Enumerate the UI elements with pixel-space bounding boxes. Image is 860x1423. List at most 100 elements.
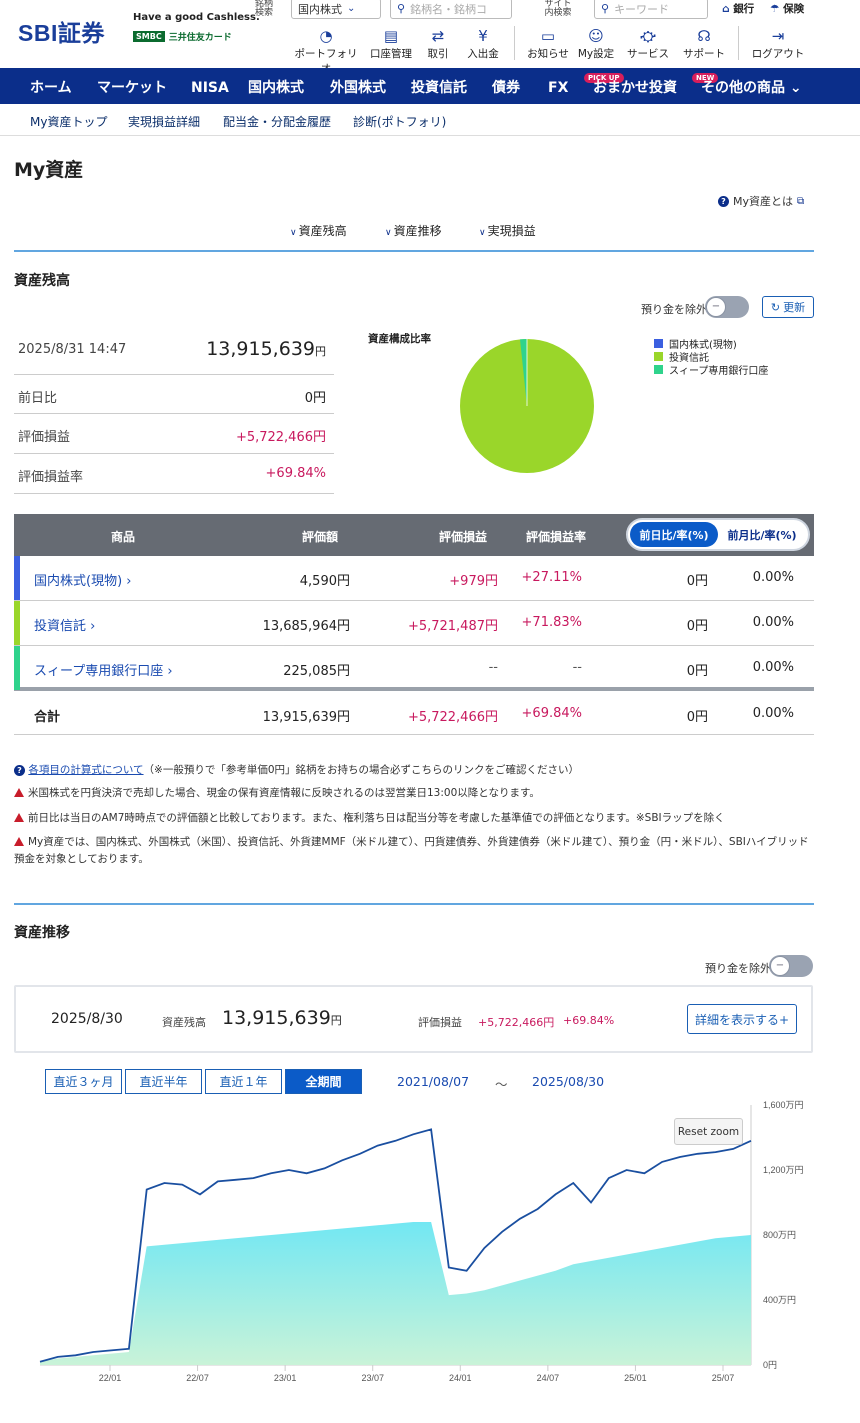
note-calc: ? 各項目の計算式について（※一般預りで「参考単価0円」銘柄をお持ちの場合必ずこ…: [14, 762, 814, 779]
anchor-balance[interactable]: ∨ 資産残高: [290, 222, 347, 239]
range-6m-button[interactable]: 直近半年: [125, 1069, 202, 1094]
x-tick-label: 22/01: [99, 1373, 122, 1383]
history-section-title: 資産推移: [14, 925, 70, 941]
subnav-dividends[interactable]: 配当金・分配金履歴: [223, 113, 331, 130]
anchor-realized[interactable]: ∨ 実現損益: [479, 222, 536, 239]
stock-search-input[interactable]: ⚲ 銘柄名・銘柄コ: [390, 0, 512, 19]
table-row: 投資信託 › 13,685,964円 +5,721,487円 +71.83% 0…: [14, 601, 814, 646]
range-all-button[interactable]: 全期間: [285, 1069, 362, 1094]
range-tilde: 〜: [495, 1077, 508, 1092]
row-pl: +5,722,466円: [407, 710, 498, 725]
search-icon: ⚲: [601, 2, 610, 15]
row-value: 13,685,964円: [262, 619, 350, 634]
subnav-diagnosis[interactable]: 診断(ポトフォリ): [353, 113, 446, 130]
exclude-deposit-toggle[interactable]: −: [769, 955, 813, 977]
subnav-realized-pl[interactable]: 実現損益詳細: [128, 113, 200, 130]
row-rate: --: [572, 660, 582, 675]
chevron-down-icon: ∨: [290, 228, 297, 238]
calc-formula-link[interactable]: 各項目の計算式について: [28, 764, 143, 776]
chevron-down-icon: ⌄: [789, 80, 802, 96]
nav-other-products[interactable]: その他の商品 ⌄: [701, 70, 802, 106]
history-balance-label: 資産残高: [162, 1016, 206, 1029]
refresh-icon: ↻: [770, 300, 781, 314]
market-select[interactable]: 国内株式 ⌄: [291, 0, 381, 19]
range-to-date[interactable]: 2025/08/30: [532, 1074, 604, 1089]
show-detail-button[interactable]: 詳細を表示する+: [687, 1004, 797, 1034]
row-value: 225,085円: [283, 664, 350, 679]
header-rate: 評価損益率: [526, 530, 587, 544]
y-tick-label: 0円: [763, 1360, 777, 1370]
nav-fx[interactable]: FX: [548, 70, 568, 106]
subnav-my-asset-top[interactable]: My資産トップ: [30, 113, 107, 130]
range-from-date[interactable]: 2021/08/07: [397, 1074, 469, 1089]
range-1y-button[interactable]: 直近１年: [205, 1069, 282, 1094]
external-link-icon: ⧉: [797, 195, 805, 207]
pie-legend: 国内株式(現物) 投資信託 スィープ専用銀行口座: [654, 339, 768, 378]
row-diff: 0円: [686, 664, 708, 679]
nav-market[interactable]: マーケット: [97, 70, 167, 106]
support-button[interactable]: ☊ サポート: [680, 28, 728, 61]
exclude-deposit-toggle[interactable]: −: [705, 296, 749, 318]
notice-button[interactable]: ▭ お知らせ: [524, 28, 572, 61]
series-group: [39, 1128, 752, 1365]
tab-month-compare[interactable]: 前月比/率(%): [718, 522, 806, 547]
support-icon: ☊: [697, 27, 711, 45]
nav-fund[interactable]: 投資信託: [411, 70, 467, 106]
row-diff-rate: 0.00%: [752, 706, 794, 721]
y-tick-label: 1,200万円: [763, 1165, 804, 1175]
settings-button[interactable]: ☺ My設定: [574, 28, 618, 61]
compare-period-toggle: 前日比/率(%) 前月比/率(%): [626, 518, 810, 551]
x-tick-label: 23/07: [361, 1373, 384, 1383]
product-link[interactable]: 投資信託 ›: [34, 615, 95, 634]
balance-section-title: 資産残高: [14, 273, 70, 289]
row-pl: +5,721,487円: [407, 619, 498, 634]
summary-row: 前日比 0円: [14, 375, 334, 414]
row-rate: +69.84%: [521, 706, 582, 721]
history-summary-box: 2025/8/30 資産残高 13,915,639円 評価損益 +5,722,4…: [14, 985, 813, 1053]
chevron-right-icon: ›: [90, 619, 96, 634]
header-product: 商品: [111, 530, 136, 544]
category-color-bar: [14, 601, 20, 645]
x-tick-label: 22/07: [186, 1373, 209, 1383]
legend-item: 国内株式(現物): [654, 339, 768, 352]
nav-nisa[interactable]: NISA: [191, 70, 229, 106]
cashless-tagline: Have a good Cashless.: [133, 12, 260, 23]
chevron-right-icon: ›: [167, 664, 173, 679]
nav-home[interactable]: ホーム: [30, 70, 72, 106]
legend-item: 投資信託: [654, 352, 768, 365]
nav-foreign-stock[interactable]: 外国株式: [330, 70, 386, 106]
row-pl: --: [488, 660, 498, 675]
nav-omakase[interactable]: おまかせ投資: [593, 70, 677, 106]
balance-total: 13,915,639円: [206, 338, 326, 360]
nav-bond[interactable]: 債券: [492, 70, 520, 106]
row-pl: +979円: [449, 574, 498, 589]
tab-day-compare[interactable]: 前日比/率(%): [630, 522, 718, 547]
bank-link[interactable]: ⌂ 銀行: [722, 1, 754, 16]
stock-search-label: 銘柄 検索: [254, 0, 273, 18]
portfolio-icon: ◔: [319, 27, 333, 45]
nav-domestic-stock[interactable]: 国内株式: [248, 70, 304, 106]
logout-button[interactable]: ⇥ ログアウト: [746, 28, 810, 61]
series-principal-area: [40, 1222, 751, 1365]
smbc-card-logo: SMBC 三井住友カード: [133, 30, 232, 43]
insurance-link[interactable]: ☂ 保険: [770, 1, 804, 16]
sbi-logo[interactable]: SBI証券: [18, 14, 105, 48]
product-link[interactable]: スィープ専用銀行口座 ›: [34, 660, 173, 679]
deposit-button[interactable]: ¥ 入出金: [462, 28, 504, 61]
service-button[interactable]: ⛮ サービス: [620, 28, 676, 61]
reset-zoom-button[interactable]: Reset zoom: [674, 1118, 743, 1145]
what-is-my-asset-link[interactable]: ? My資産とは ⧉: [718, 193, 804, 209]
x-tick-label: 25/07: [712, 1373, 735, 1383]
refresh-button[interactable]: ↻ 更新: [762, 296, 814, 318]
anchor-history[interactable]: ∨ 資産推移: [385, 222, 442, 239]
product-link[interactable]: 国内株式(現物) ›: [34, 570, 132, 589]
site-search-input[interactable]: ⚲ キーワード: [594, 0, 708, 19]
range-3m-button[interactable]: 直近３ヶ月: [45, 1069, 122, 1094]
account-button[interactable]: ▤ 口座管理: [368, 28, 414, 61]
legend-item: スィープ専用銀行口座: [654, 365, 768, 378]
header-divider: [738, 26, 739, 60]
history-pl-label: 評価損益: [418, 1016, 462, 1029]
trade-icon: ⇄: [431, 27, 445, 45]
trade-button[interactable]: ⇄ 取引: [420, 28, 456, 61]
asset-pie-chart: [460, 339, 594, 473]
